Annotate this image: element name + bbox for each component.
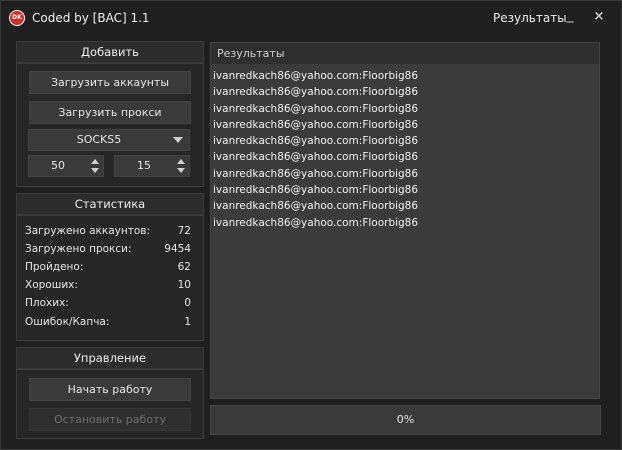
stat-label: Хороших: bbox=[25, 279, 78, 291]
result-line[interactable]: ivanredkach86@yahoo.com:Floorbig86 bbox=[213, 198, 418, 214]
minimize-button[interactable]: _ bbox=[564, 7, 576, 23]
stat-label: Загружено прокси: bbox=[25, 243, 132, 255]
start-button[interactable]: Начать работу bbox=[29, 378, 191, 401]
result-line[interactable]: ivanredkach86@yahoo.com:Floorbig86 bbox=[213, 117, 418, 133]
close-button[interactable]: × bbox=[593, 9, 605, 24]
control-panel: Начать работу Остановить работу bbox=[16, 369, 204, 439]
threads-value: 50 bbox=[51, 159, 65, 172]
result-line[interactable]: ivanredkach86@yahoo.com:Floorbig86 bbox=[213, 84, 418, 100]
progress-label: 0% bbox=[396, 413, 415, 426]
timeout-value: 15 bbox=[137, 159, 151, 172]
stat-value: 62 bbox=[177, 261, 191, 273]
stat-label: Загружено аккаунтов: bbox=[25, 225, 151, 237]
stat-value: 9454 bbox=[164, 243, 191, 255]
threads-spinbox[interactable]: 50 bbox=[28, 155, 104, 177]
result-line[interactable]: ivanredkach86@yahoo.com:Floorbig86 bbox=[213, 215, 418, 231]
stat-value: 10 bbox=[177, 279, 191, 291]
stat-row: Загружено прокси: 9454 bbox=[25, 243, 191, 259]
load-accounts-button[interactable]: Загрузить аккаунты bbox=[29, 71, 191, 94]
app-logo-icon: DK bbox=[9, 10, 25, 26]
stat-label: Пройдено: bbox=[25, 261, 84, 273]
stop-button[interactable]: Остановить работу bbox=[29, 408, 191, 431]
spin-down-icon[interactable] bbox=[91, 168, 99, 173]
stats-section-header: Статистика bbox=[16, 193, 204, 215]
stat-row: Ошибок/Капча: 1 bbox=[25, 316, 191, 332]
stat-label: Ошибок/Капча: bbox=[25, 316, 110, 328]
spin-down-icon[interactable] bbox=[177, 168, 185, 173]
result-line[interactable]: ivanredkach86@yahoo.com:Floorbig86 bbox=[213, 68, 418, 84]
results-header: Результаты bbox=[211, 43, 599, 64]
window-title: Coded by [BAC] 1.1 bbox=[32, 11, 150, 25]
load-proxies-button[interactable]: Загрузить прокси bbox=[29, 101, 191, 124]
stat-row: Загружено аккаунтов: 72 bbox=[25, 225, 191, 241]
stat-value: 72 bbox=[177, 225, 191, 237]
stat-label: Плохих: bbox=[25, 297, 69, 309]
control-section-header: Управление bbox=[16, 347, 204, 369]
proxy-type-select[interactable]: SOCKS5 bbox=[28, 129, 190, 151]
chevron-down-icon bbox=[173, 137, 183, 143]
spin-up-icon[interactable] bbox=[91, 159, 99, 164]
stat-value: 0 bbox=[184, 297, 191, 309]
stat-row: Плохих: 0 bbox=[25, 297, 191, 313]
results-panel: Результаты ivanredkach86@yahoo.com:Floor… bbox=[210, 42, 600, 399]
stat-row: Хороших: 10 bbox=[25, 279, 191, 295]
results-title-label: Результаты bbox=[493, 11, 567, 25]
results-list[interactable]: ivanredkach86@yahoo.com:Floorbig86 ivanr… bbox=[213, 68, 418, 231]
result-line[interactable]: ivanredkach86@yahoo.com:Floorbig86 bbox=[213, 101, 418, 117]
timeout-spinbox[interactable]: 15 bbox=[114, 155, 190, 177]
result-line[interactable]: ivanredkach86@yahoo.com:Floorbig86 bbox=[213, 166, 418, 182]
result-line[interactable]: ivanredkach86@yahoo.com:Floorbig86 bbox=[213, 149, 418, 165]
stat-value: 1 bbox=[184, 316, 191, 328]
stat-row: Пройдено: 62 bbox=[25, 261, 191, 277]
proxy-type-value: SOCKS5 bbox=[76, 133, 122, 146]
result-line[interactable]: ivanredkach86@yahoo.com:Floorbig86 bbox=[213, 133, 418, 149]
progress-bar: 0% bbox=[210, 405, 601, 435]
title-bar: DK Coded by [BAC] 1.1 Результаты _ × bbox=[1, 1, 621, 37]
add-section-header: Добавить bbox=[16, 41, 204, 63]
spin-up-icon[interactable] bbox=[177, 159, 185, 164]
result-line[interactable]: ivanredkach86@yahoo.com:Floorbig86 bbox=[213, 182, 418, 198]
app-window: DK Coded by [BAC] 1.1 Результаты _ × Доб… bbox=[0, 0, 622, 450]
